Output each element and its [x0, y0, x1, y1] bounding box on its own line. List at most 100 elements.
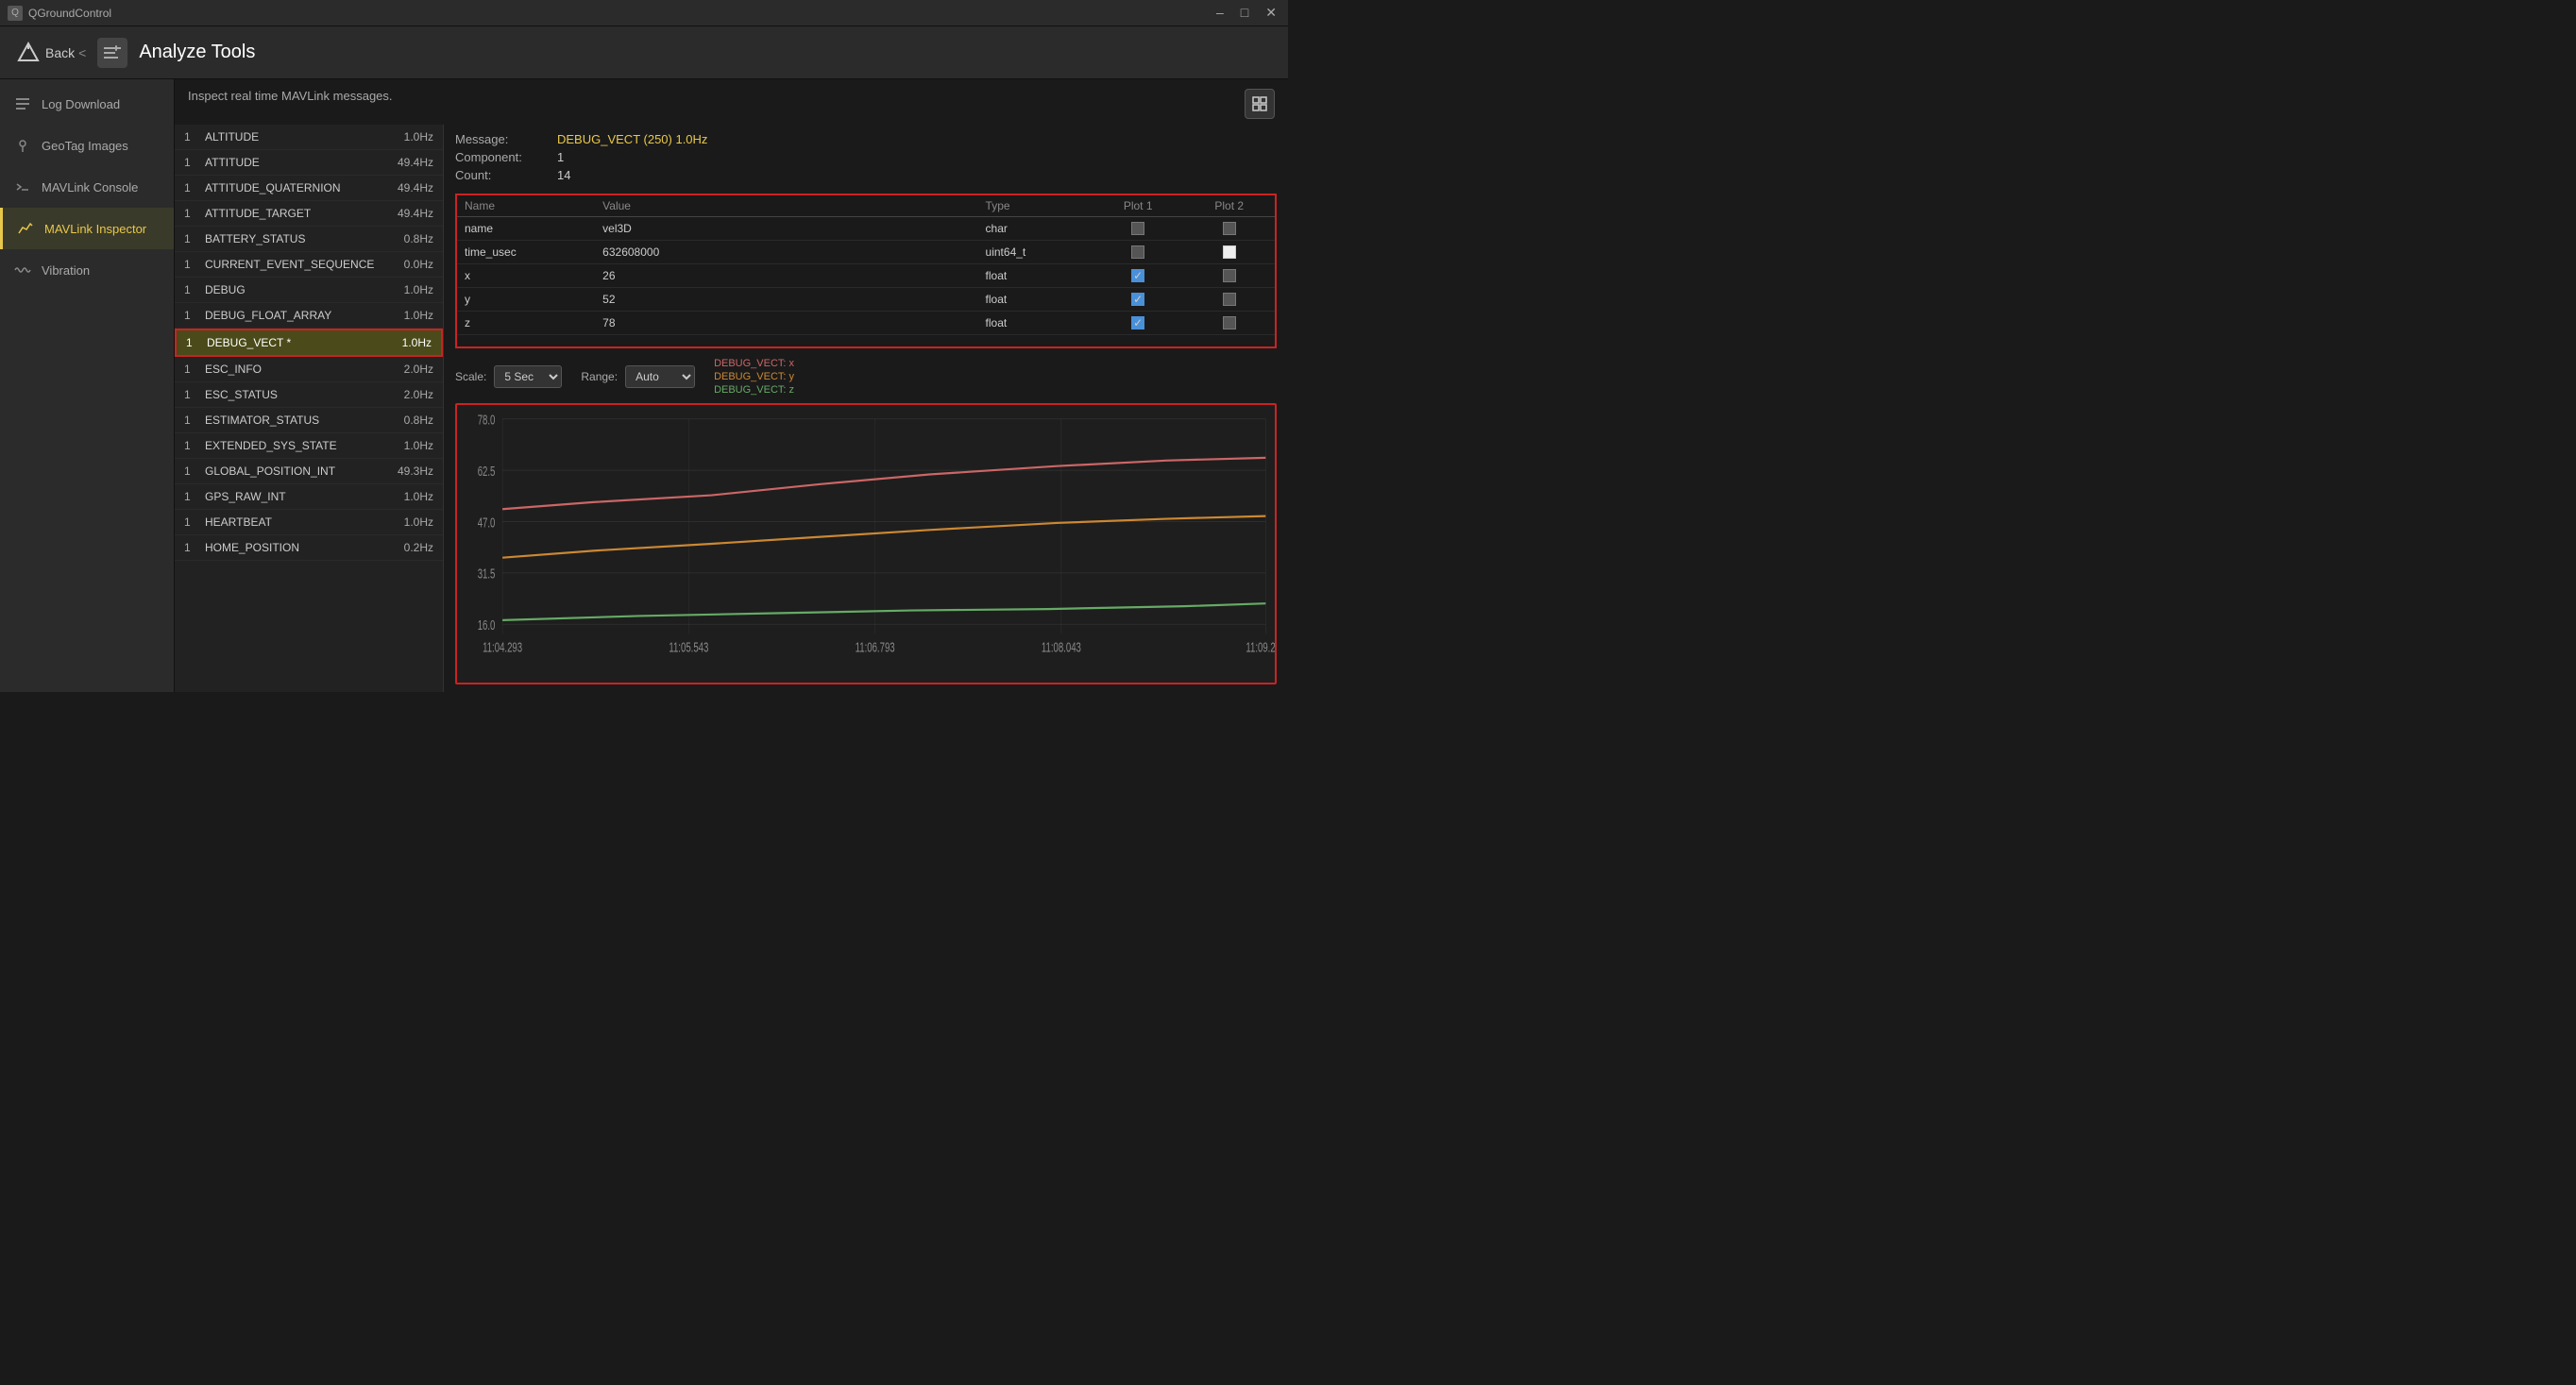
list-item[interactable]: 1 GPS_RAW_INT 1.0Hz [175, 484, 443, 510]
table-row: y 52 float ✓ [457, 288, 1275, 312]
list-item-debug-vect[interactable]: 1 DEBUG_VECT * 1.0Hz [175, 329, 443, 357]
sidebar-label-log-download: Log Download [42, 97, 120, 111]
svg-text:47.0: 47.0 [478, 515, 496, 531]
fields-table: Name Value Type Plot 1 Plot 2 name [457, 195, 1275, 335]
list-item[interactable]: 1 ESC_STATUS 2.0Hz [175, 382, 443, 408]
app-icon: Q [8, 6, 23, 21]
count-value: 14 [557, 168, 1277, 182]
field-type: float [978, 312, 1093, 335]
sidebar-item-vibration[interactable]: Vibration [0, 249, 174, 291]
chart-icon [16, 219, 35, 238]
svg-text:11:04.293: 11:04.293 [483, 640, 522, 656]
count-label: Count: [455, 168, 550, 182]
range-label: Range: [581, 370, 618, 383]
component-value: 1 [557, 150, 1277, 164]
plot1-checkbox[interactable] [1131, 222, 1144, 235]
col-header-type [743, 195, 977, 217]
chart-line-y [502, 516, 1265, 558]
table-row: name vel3D char [457, 217, 1275, 241]
minimize-button[interactable]: – [1212, 5, 1228, 21]
col-header-name: Name [457, 195, 595, 217]
scale-dropdown[interactable]: 5 Sec 10 Sec 30 Sec [494, 365, 562, 388]
maximize-button[interactable]: □ [1237, 5, 1252, 21]
list-item[interactable]: 1 EXTENDED_SYS_STATE 1.0Hz [175, 433, 443, 459]
expand-icon[interactable] [1245, 89, 1275, 119]
content-body: 1 ALTITUDE 1.0Hz 1 ATTITUDE 49.4Hz 1 ATT… [175, 125, 1288, 692]
content-area: Inspect real time MAVLink messages. 1 AL… [175, 79, 1288, 692]
titlebar-left: Q QGroundControl [8, 6, 111, 21]
chart-line-x [502, 458, 1265, 509]
table-row: x 26 float ✓ [457, 264, 1275, 288]
sidebar-label-vibration: Vibration [42, 263, 90, 278]
scale-label: Scale: [455, 370, 486, 383]
plot2-checkbox[interactable] [1223, 269, 1236, 282]
svg-text:11:06.793: 11:06.793 [856, 640, 895, 656]
app-title: QGroundControl [28, 7, 111, 20]
col-header-type2: Type [978, 195, 1093, 217]
field-type: uint64_t [978, 241, 1093, 264]
col-header-plot2: Plot 2 [1183, 195, 1275, 217]
list-item[interactable]: 1 ATTITUDE_QUATERNION 49.4Hz [175, 176, 443, 201]
plot2-checkbox[interactable] [1223, 316, 1236, 329]
legend-y: DEBUG_VECT: y [714, 371, 794, 382]
plot2-checkbox[interactable] [1223, 245, 1236, 259]
detail-panel: Message: DEBUG_VECT (250) 1.0Hz Componen… [444, 125, 1288, 692]
list-item[interactable]: 1 DEBUG 1.0Hz [175, 278, 443, 303]
plot1-checkbox[interactable]: ✓ [1131, 269, 1144, 282]
range-dropdown[interactable]: Auto Manual [625, 365, 695, 388]
component-label: Component: [455, 150, 550, 164]
content-header: Inspect real time MAVLink messages. [175, 79, 1288, 125]
sidebar-item-mavlink-inspector[interactable]: MAVLink Inspector [0, 208, 174, 249]
field-type: char [978, 217, 1093, 241]
field-name: x [457, 264, 595, 288]
svg-text:11:09.293: 11:09.293 [1246, 640, 1275, 656]
plot2-checkbox[interactable] [1223, 222, 1236, 235]
svg-text:16.0: 16.0 [478, 617, 496, 633]
tools-icon [102, 42, 123, 63]
sidebar-item-mavlink-console[interactable]: MAVLink Console [0, 166, 174, 208]
list-item[interactable]: 1 ATTITUDE_TARGET 49.4Hz [175, 201, 443, 227]
titlebar: Q QGroundControl – □ ✕ [0, 0, 1288, 26]
field-value: 632608000 [595, 241, 743, 264]
legend-z: DEBUG_VECT: z [714, 384, 794, 396]
svg-text:62.5: 62.5 [478, 464, 496, 480]
plot2-checkbox[interactable] [1223, 293, 1236, 306]
list-item[interactable]: 1 GLOBAL_POSITION_INT 49.3Hz [175, 459, 443, 484]
list-item[interactable]: 1 BATTERY_STATUS 0.8Hz [175, 227, 443, 252]
page-title: Analyze Tools [139, 42, 255, 63]
field-type: float [978, 288, 1093, 312]
svg-text:11:05.543: 11:05.543 [669, 640, 708, 656]
list-item[interactable]: 1 ALTITUDE 1.0Hz [175, 125, 443, 150]
inspect-text: Inspect real time MAVLink messages. [188, 89, 393, 103]
sidebar-item-geotag-images[interactable]: GeoTag Images [0, 125, 174, 166]
drone-icon [15, 40, 42, 66]
chart-controls: Scale: 5 Sec 10 Sec 30 Sec Range: Auto M… [455, 358, 1277, 396]
list-item[interactable]: 1 ESTIMATOR_STATUS 0.8Hz [175, 408, 443, 433]
list-item[interactable]: 1 ATTITUDE 49.4Hz [175, 150, 443, 176]
scale-control: Scale: 5 Sec 10 Sec 30 Sec [455, 365, 562, 388]
app-header: Back < Analyze Tools [0, 26, 1288, 79]
field-value: vel3D [595, 217, 743, 241]
back-label[interactable]: Back [45, 45, 75, 60]
pin-icon [13, 136, 32, 155]
list-item[interactable]: 1 CURRENT_EVENT_SEQUENCE 0.0Hz [175, 252, 443, 278]
list-item[interactable]: 1 DEBUG_FLOAT_ARRAY 1.0Hz [175, 303, 443, 329]
plot1-checkbox[interactable]: ✓ [1131, 293, 1144, 306]
col-header-value: Value [595, 195, 743, 217]
back-button[interactable]: Back < [15, 40, 86, 66]
list-item[interactable]: 1 HEARTBEAT 1.0Hz [175, 510, 443, 535]
list-item[interactable]: 1 HOME_POSITION 0.2Hz [175, 535, 443, 561]
sidebar-item-log-download[interactable]: Log Download [0, 83, 174, 125]
sidebar-label-geotag: GeoTag Images [42, 139, 128, 153]
plot1-checkbox[interactable] [1131, 245, 1144, 259]
plot1-checkbox[interactable]: ✓ [1131, 316, 1144, 329]
field-value: 78 [595, 312, 743, 335]
list-item[interactable]: 1 ESC_INFO 2.0Hz [175, 357, 443, 382]
window-controls[interactable]: – □ ✕ [1212, 5, 1280, 21]
message-label: Message: [455, 132, 550, 146]
terminal-icon [13, 177, 32, 196]
analyze-tools-icon [97, 38, 127, 68]
close-button[interactable]: ✕ [1262, 5, 1280, 21]
field-name: y [457, 288, 595, 312]
main-layout: Log Download GeoTag Images MAVLink Conso… [0, 79, 1288, 692]
